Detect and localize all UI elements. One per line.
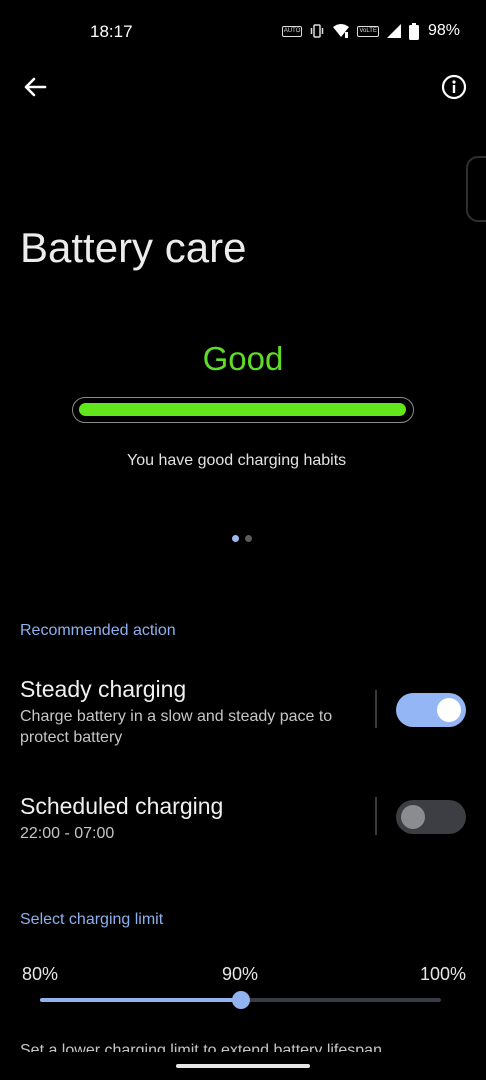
info-button[interactable] [440,73,468,101]
slider-fill [40,998,241,1002]
edge-panel-handle[interactable] [466,156,486,222]
scheduled-charging-toggle[interactable] [396,800,466,834]
divider [375,690,377,728]
battery-care-screen: 18:17 AUTO VoLTE 98% Battery care Good Y… [0,0,486,1080]
limit-option-100[interactable]: 100% [420,964,466,985]
limit-option-80[interactable]: 80% [22,964,58,985]
arrow-left-icon [24,77,47,97]
wifi-icon [333,24,350,38]
toggle-knob [437,698,461,722]
page-dot-2 [245,535,252,542]
setting-scheduled-charging[interactable]: Scheduled charging 22:00 - 07:00 [20,793,466,844]
status-time: 18:17 [90,22,133,41]
toggle-knob [401,805,425,829]
page-title: Battery care [20,224,247,271]
info-icon [441,74,467,100]
slider-thumb[interactable] [231,991,250,1009]
volte-icon: VoLTE [357,25,379,37]
health-bar-fill [79,403,406,416]
status-icons: AUTO VoLTE 98% [281,22,460,40]
charging-limit-description: Set a lower charging limit to extend bat… [20,1042,382,1052]
setting-subtitle: Charge battery in a slow and steady pace… [20,708,333,746]
vibrate-icon [311,24,324,38]
health-status: Good [202,340,284,377]
gesture-nav-bar[interactable] [176,1064,310,1068]
section-header-recommended: Recommended action [20,622,176,639]
health-message: You have good charging habits [127,452,347,469]
auto-brightness-icon: AUTO [281,25,303,37]
back-button[interactable] [20,72,50,102]
setting-steady-charging[interactable]: Steady charging Charge battery in a slow… [20,676,466,748]
battery-percent: 98% [427,22,460,39]
page-dot-1 [232,535,239,542]
signal-icon [386,24,401,38]
limit-option-90[interactable]: 90% [222,964,258,985]
setting-subtitle: 22:00 - 07:00 [20,825,115,842]
battery-icon [408,22,419,40]
health-bar [72,397,414,423]
page-indicator [232,535,252,542]
steady-charging-toggle[interactable] [396,693,466,727]
section-header-charging-limit: Select charging limit [20,911,164,928]
divider [375,797,377,835]
